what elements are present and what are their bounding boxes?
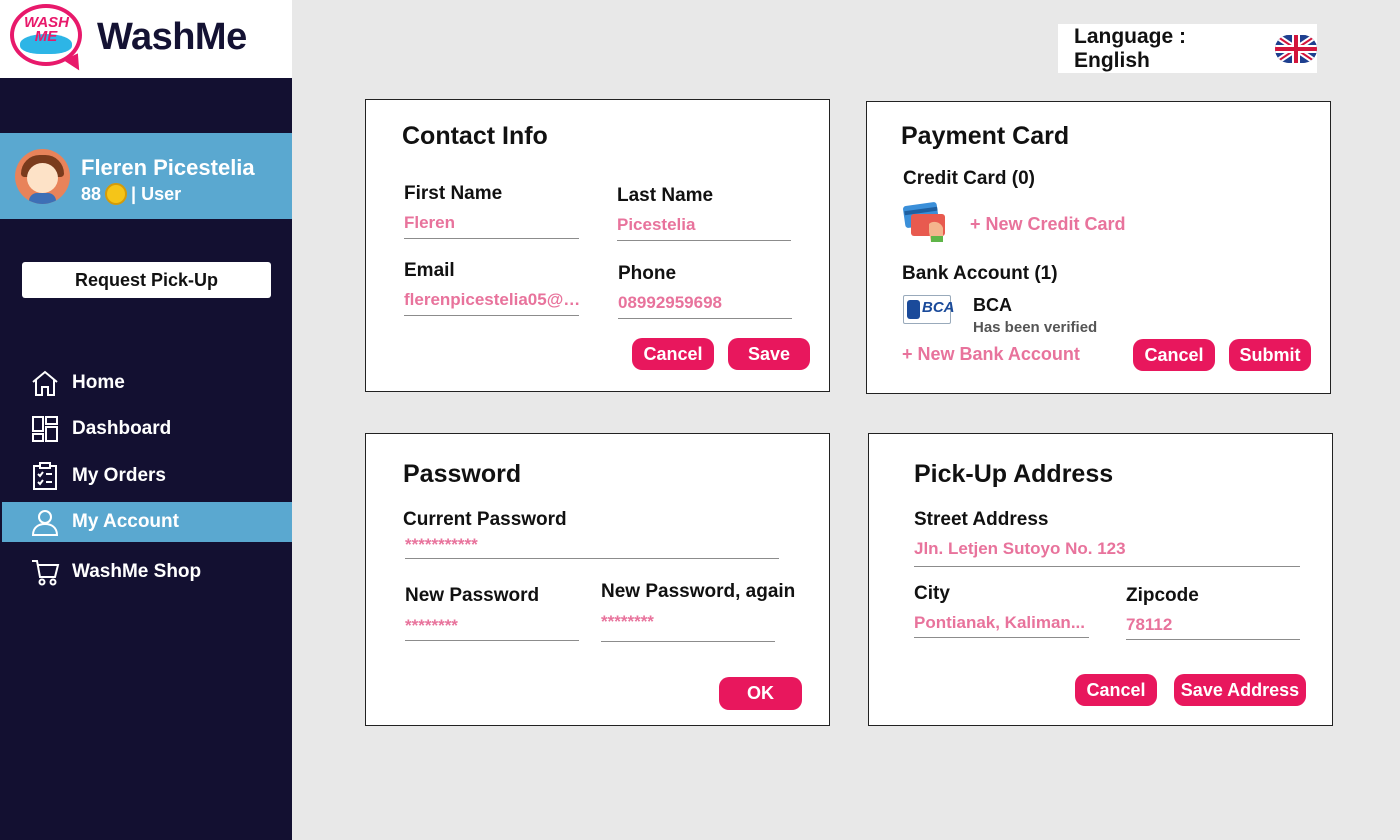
home-icon	[32, 370, 58, 396]
pickup-address-title: Pick-Up Address	[914, 460, 1114, 488]
contact-info-card: Contact Info First Name Fleren Last Name…	[365, 99, 830, 392]
last-name-label: Last Name	[617, 185, 714, 206]
first-name-underline	[404, 238, 579, 239]
city-underline	[914, 637, 1089, 638]
bank-account-label: Bank Account (1)	[902, 263, 1058, 284]
new-password-underline	[405, 640, 579, 641]
avatar	[15, 149, 70, 204]
language-selector[interactable]: Language : English	[1058, 24, 1317, 73]
password-card: Password Current Password *********** Ne…	[365, 433, 830, 726]
payment-card-card: Payment Card Credit Card (0) + New Credi…	[866, 101, 1331, 394]
city-label: City	[914, 583, 950, 604]
first-name-label: First Name	[404, 183, 503, 204]
new-credit-card-link[interactable]: + New Credit Card	[970, 214, 1126, 235]
bank-status: Has been verified	[973, 319, 1098, 336]
dashboard-icon	[32, 416, 58, 442]
sidebar-item-label: My Orders	[72, 465, 166, 486]
zipcode-field[interactable]: 78112	[1126, 615, 1300, 635]
uk-flag-icon	[1275, 34, 1317, 63]
new-password-field[interactable]: ********	[405, 616, 579, 636]
new-password-again-label: New Password, again	[601, 581, 796, 602]
street-address-label: Street Address	[914, 509, 1049, 530]
sidebar: Fleren Picestelia 88 | User Request Pick…	[0, 78, 292, 840]
sidebar-item-orders[interactable]: My Orders	[2, 456, 292, 496]
sidebar-item-my-account[interactable]: My Account	[2, 502, 292, 542]
bca-logo-icon: BCA	[903, 295, 955, 324]
zipcode-underline	[1126, 639, 1300, 640]
brand-header: WASH ME WashMe	[0, 0, 292, 78]
cart-icon	[32, 560, 60, 586]
user-icon	[31, 510, 59, 536]
language-label: Language : English	[1074, 24, 1187, 72]
new-password-again-field[interactable]: ********	[601, 612, 775, 632]
brand-name: WashMe	[97, 16, 247, 58]
profile-role: | User	[131, 183, 182, 204]
last-name-underline	[617, 240, 791, 241]
profile-card[interactable]: Fleren Picestelia 88 | User	[0, 133, 292, 219]
payment-card-title: Payment Card	[901, 122, 1070, 150]
zipcode-label: Zipcode	[1126, 585, 1199, 606]
street-address-field[interactable]: Jln. Letjen Sutoyo No. 123	[914, 539, 1294, 559]
new-password-again-underline	[601, 641, 775, 642]
city-field[interactable]: Pontianak, Kaliman...	[914, 613, 1089, 633]
save-address-button[interactable]: Save Address	[1174, 674, 1306, 706]
email-underline	[404, 315, 579, 316]
current-password-underline	[405, 558, 779, 559]
phone-field[interactable]: 08992959698	[618, 293, 792, 313]
password-ok-button[interactable]: OK	[719, 677, 802, 710]
credit-card-icon	[903, 202, 945, 242]
sidebar-item-home[interactable]: Home	[2, 363, 292, 403]
street-address-underline	[914, 566, 1300, 567]
orders-icon	[33, 462, 57, 490]
profile-meta: 88 | User	[81, 183, 181, 205]
last-name-field[interactable]: Picestelia	[617, 215, 791, 235]
contact-save-button[interactable]: Save	[728, 338, 810, 370]
sidebar-item-label: My Account	[72, 511, 179, 532]
current-password-label: Current Password	[403, 509, 567, 530]
coin-count: 88	[81, 183, 102, 204]
email-label: Email	[404, 260, 455, 281]
email-field[interactable]: flerenpicestelia05@g...	[404, 290, 584, 310]
coin-icon	[105, 183, 128, 205]
password-title: Password	[403, 460, 522, 488]
contact-info-title: Contact Info	[402, 122, 548, 150]
phone-underline	[618, 318, 792, 319]
profile-name: Fleren Picestelia	[81, 155, 255, 180]
sidebar-item-label: WashMe Shop	[72, 561, 202, 582]
new-password-label: New Password	[405, 585, 540, 606]
sidebar-item-shop[interactable]: WashMe Shop	[2, 552, 292, 592]
washme-logo-icon[interactable]: WASH ME	[10, 4, 86, 75]
address-cancel-button[interactable]: Cancel	[1075, 674, 1157, 706]
payment-submit-button[interactable]: Submit	[1229, 339, 1311, 371]
payment-cancel-button[interactable]: Cancel	[1133, 339, 1215, 371]
current-password-field[interactable]: ***********	[405, 535, 775, 555]
credit-card-label: Credit Card (0)	[903, 168, 1035, 189]
first-name-field[interactable]: Fleren	[404, 213, 579, 233]
new-bank-account-link[interactable]: + New Bank Account	[902, 344, 1080, 365]
sidebar-item-dashboard[interactable]: Dashboard	[2, 409, 292, 449]
sidebar-item-label: Home	[72, 372, 125, 393]
phone-label: Phone	[618, 263, 677, 284]
contact-cancel-button[interactable]: Cancel	[632, 338, 714, 370]
sidebar-item-label: Dashboard	[72, 418, 172, 439]
bank-name: BCA	[973, 295, 1012, 315]
request-pickup-button[interactable]: Request Pick-Up	[22, 262, 271, 298]
pickup-address-card: Pick-Up Address Street Address Jln. Letj…	[868, 433, 1333, 726]
